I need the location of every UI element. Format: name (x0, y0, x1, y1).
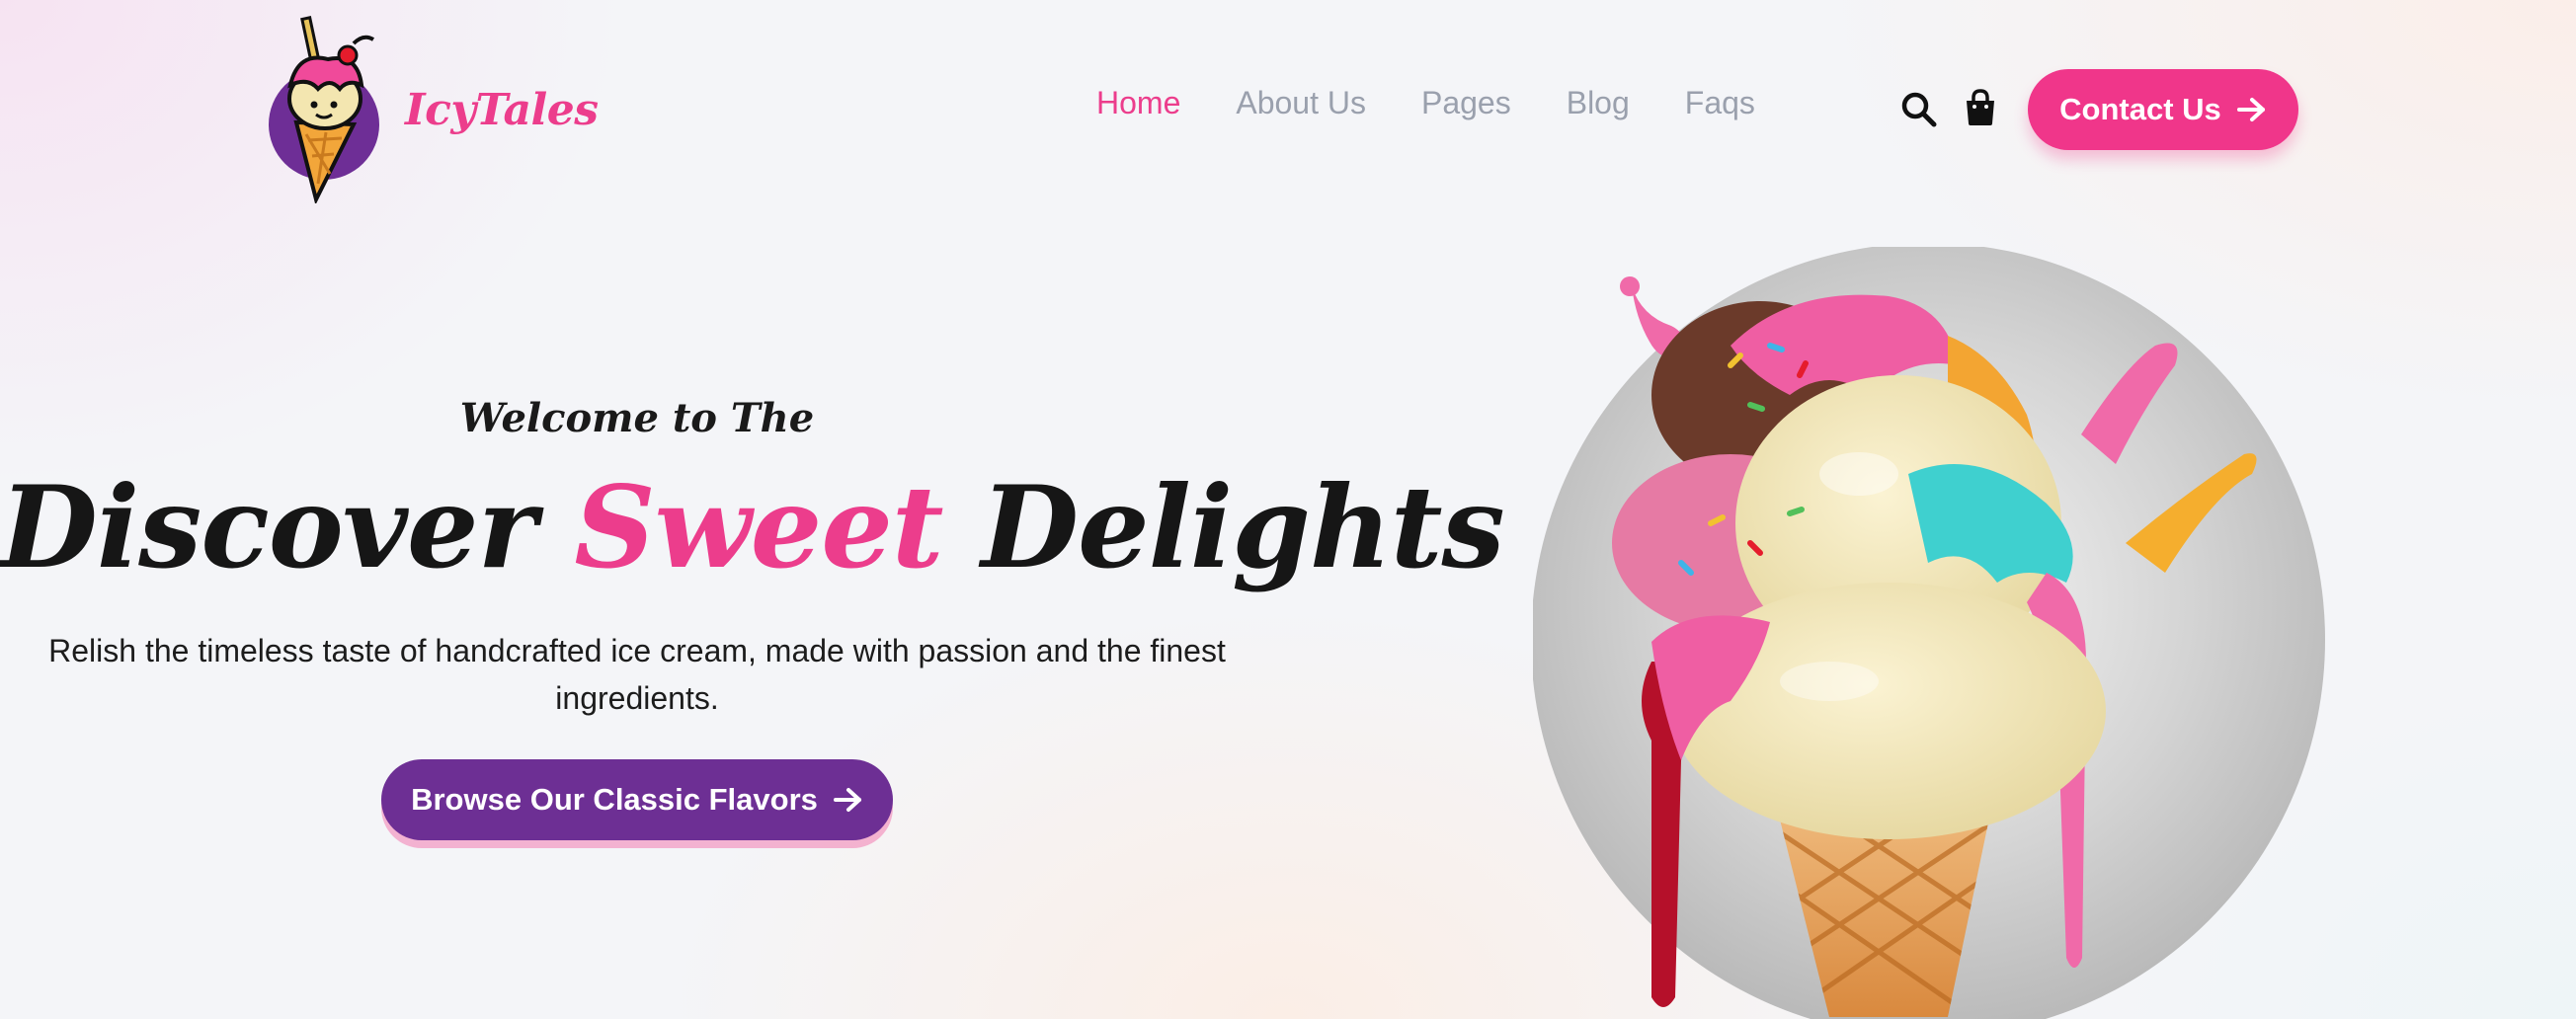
nav-pages[interactable]: Pages (1421, 87, 1511, 118)
ice-cream-cone-illustration (1533, 247, 2325, 1019)
nav-home[interactable]: Home (1096, 87, 1180, 118)
main-nav: Home About Us Pages Blog Faqs (1096, 87, 1811, 118)
shopping-bag-icon[interactable] (1964, 89, 1997, 126)
browse-flavors-button[interactable]: Browse Our Classic Flavors (381, 759, 893, 840)
arrow-right-icon (2236, 98, 2265, 121)
search-icon[interactable] (1900, 91, 1938, 128)
hero-welcome: Welcome to The (459, 395, 815, 441)
hero-subtitle: Relish the timeless taste of handcrafted… (48, 633, 1226, 716)
nav-about-us[interactable]: About Us (1236, 87, 1366, 118)
contact-us-button[interactable]: Contact Us (2028, 69, 2298, 150)
brand-name: IcyTales (405, 84, 599, 135)
hero-section: Welcome to The Discover Sweet Delights R… (0, 395, 1505, 840)
headline-part-1: Discover (0, 461, 537, 593)
brand-logo[interactable]: IcyTales (269, 16, 599, 203)
headline-part-2: Delights (981, 461, 1504, 593)
contact-us-label: Contact Us (2059, 92, 2221, 126)
headline-accent: Sweet (574, 461, 943, 593)
browse-flavors-label: Browse Our Classic Flavors (411, 782, 818, 817)
ice-cream-logo-icon (269, 16, 379, 203)
nav-faqs[interactable]: Faqs (1685, 87, 1755, 118)
arrow-right-icon (833, 788, 861, 812)
hero-ice-cream-image (1533, 247, 2333, 1019)
nav-blog[interactable]: Blog (1567, 87, 1630, 118)
hero-headline: Discover Sweet Delights (0, 471, 1505, 584)
